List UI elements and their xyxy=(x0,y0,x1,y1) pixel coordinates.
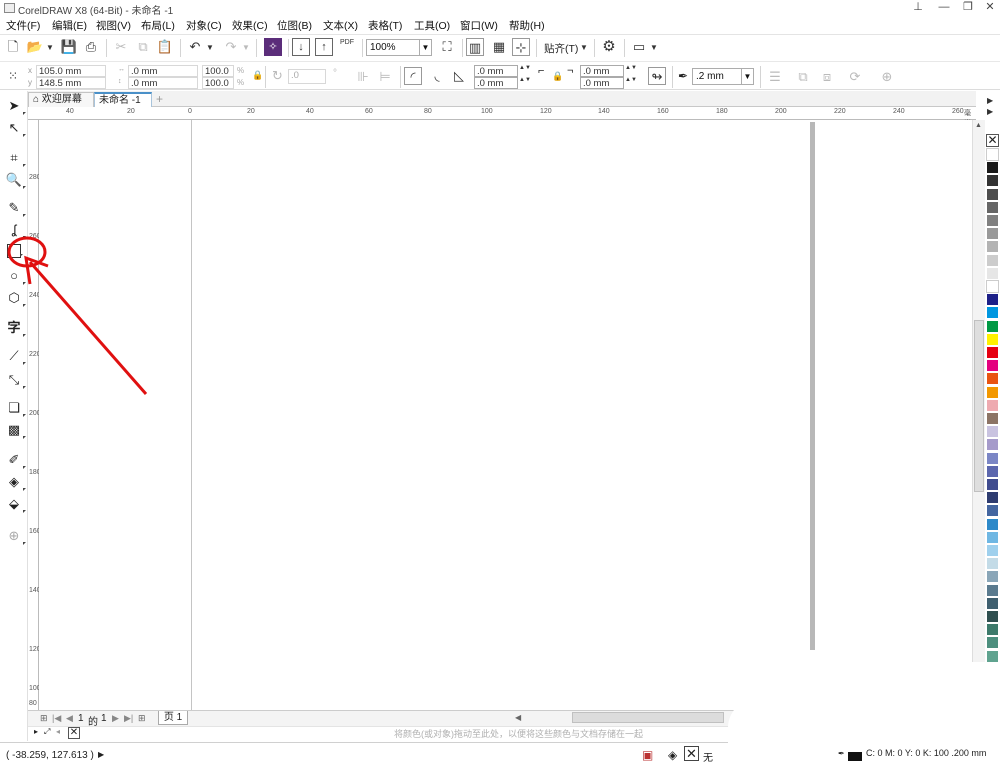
red-annotation-overlay xyxy=(7,236,148,395)
pointer-arrow xyxy=(28,261,148,395)
